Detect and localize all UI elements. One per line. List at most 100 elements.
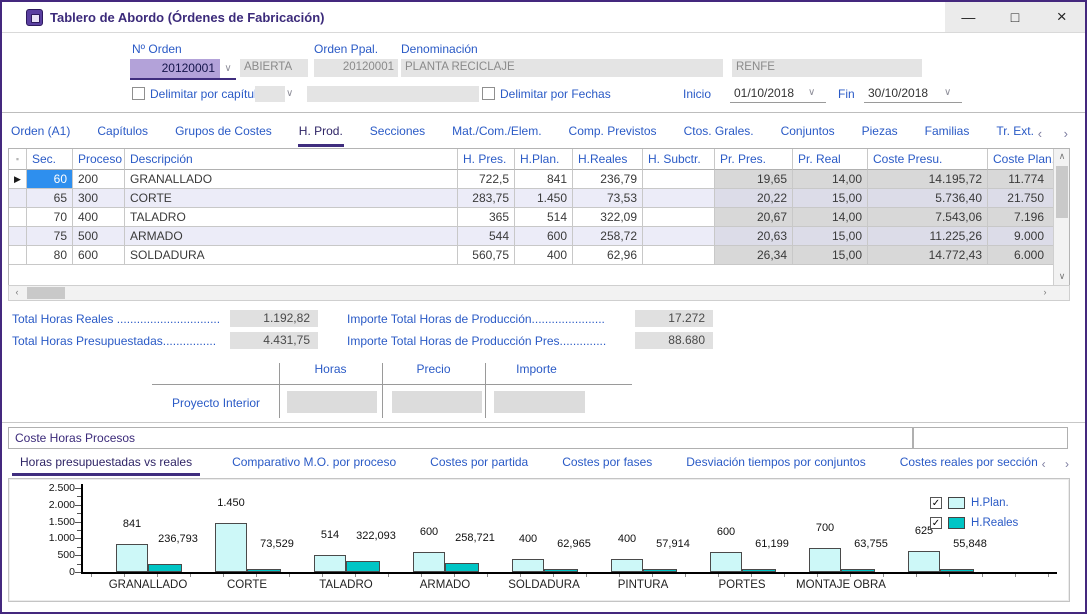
grid-cell[interactable]: 258,72 — [573, 227, 643, 246]
bar-hplan-granallado[interactable] — [116, 544, 148, 572]
grid-cell[interactable]: 544 — [458, 227, 515, 246]
chart-tab-costes-reales-por-secci-n[interactable]: Costes reales por sección — [898, 452, 1040, 476]
chevron-down-icon[interactable]: ∨ — [808, 84, 815, 102]
column-header-h-plan[interactable]: H.Plan. — [515, 149, 573, 170]
bar-hreales-grupo-9[interactable] — [940, 569, 974, 572]
tab-mat-com-elem[interactable]: Mat./Com./Elem. — [451, 120, 542, 147]
table-row[interactable]: 80600SOLDADURA560,7540062,9626,3415,0014… — [9, 246, 1055, 265]
tab-secciones[interactable]: Secciones — [369, 120, 426, 147]
column-header-descripci-n[interactable]: Descripción — [125, 149, 458, 170]
grid-cell[interactable]: 560,75 — [458, 246, 515, 265]
tab-h-prod[interactable]: H. Prod. — [298, 120, 344, 147]
close-button[interactable]: × — [1038, 2, 1085, 32]
grid-cell[interactable]: 6.000 — [988, 246, 1055, 265]
scroll-left-icon[interactable]: ‹ — [9, 285, 25, 301]
maximize-button[interactable]: □ — [992, 2, 1039, 32]
column-header-h-reales[interactable]: H.Reales — [573, 149, 643, 170]
bar-hreales-armado[interactable] — [445, 563, 479, 572]
grid-cell[interactable]: 5.736,40 — [868, 189, 988, 208]
grid-cell[interactable]: 722,5 — [458, 170, 515, 189]
grid-cell[interactable]: 200 — [73, 170, 125, 189]
grid-cell[interactable]: 11.774 — [988, 170, 1055, 189]
chevron-down-icon[interactable]: ∨ — [220, 59, 236, 78]
fin-date-value[interactable]: 30/10/2018 — [864, 84, 944, 102]
inicio-date-value[interactable]: 01/10/2018 — [730, 84, 808, 102]
grid-cell[interactable]: 21.750 — [988, 189, 1055, 208]
tab-scroll-arrows[interactable]: ‹ › — [1038, 126, 1077, 141]
tab-ctos-grales[interactable]: Ctos. Grales. — [683, 120, 755, 147]
column-header-h-pres[interactable]: H. Pres. — [458, 149, 515, 170]
grid-hscroll-thumb[interactable] — [27, 287, 65, 299]
scroll-down-icon[interactable]: ∨ — [1054, 269, 1070, 285]
grid-cell[interactable]: 70 — [27, 208, 73, 227]
bar-hreales-soldadura[interactable] — [544, 569, 578, 572]
grid-vscroll-thumb[interactable] — [1056, 166, 1068, 218]
column-header-proceso[interactable]: Proceso — [73, 149, 125, 170]
tab-piezas[interactable]: Piezas — [861, 120, 899, 147]
capitulo-combo-field[interactable] — [255, 86, 285, 102]
grid-cell[interactable]: 19,65 — [715, 170, 793, 189]
bar-hplan-montaje-obra[interactable] — [809, 548, 841, 572]
grid-cell[interactable]: 14.772,43 — [868, 246, 988, 265]
chart-tab-costes-por-partida[interactable]: Costes por partida — [428, 452, 530, 476]
grid-cell[interactable] — [643, 170, 715, 189]
chevron-down-icon[interactable]: ∨ — [944, 84, 951, 102]
tab-comp-previstos[interactable]: Comp. Previstos — [568, 120, 658, 147]
order-number-combo[interactable]: 20120001 ∨ — [130, 59, 236, 80]
bar-hplan-portes[interactable] — [710, 552, 742, 572]
bar-hreales-taladro[interactable] — [346, 561, 380, 572]
bar-hreales-montaje-obra[interactable] — [841, 569, 875, 572]
grid-cell[interactable]: 60 — [27, 170, 73, 189]
grid-cell[interactable]: 65 — [27, 189, 73, 208]
grid-cell[interactable]: 7.196 — [988, 208, 1055, 227]
grid-cell[interactable]: 20,22 — [715, 189, 793, 208]
grid-cell[interactable]: 7.543,06 — [868, 208, 988, 227]
chart-tab-comparativo-m-o-por-proceso[interactable]: Comparativo M.O. por proceso — [230, 452, 398, 476]
grid-horizontal-scrollbar[interactable]: ‹ › — [8, 285, 1070, 301]
grid-cell[interactable]: 20,63 — [715, 227, 793, 246]
grid-cell[interactable]: 600 — [515, 227, 573, 246]
grid-cell[interactable]: 62,96 — [573, 246, 643, 265]
grid-cell[interactable]: 300 — [73, 189, 125, 208]
tab-familias[interactable]: Familias — [924, 120, 971, 147]
scroll-up-icon[interactable]: ∧ — [1054, 149, 1070, 165]
column-header-coste-plan[interactable]: Coste Plan. — [988, 149, 1055, 170]
chart-tab-horas-presupuestadas-vs-reales[interactable]: Horas presupuestadas vs reales — [12, 452, 200, 476]
grid-cell[interactable] — [643, 246, 715, 265]
table-row[interactable]: ▶60200GRANALLADO722,5841236,7919,6514,00… — [9, 170, 1055, 189]
grid-vertical-scrollbar[interactable]: ∧ ∨ — [1053, 149, 1069, 285]
grid-cell[interactable]: 15,00 — [793, 227, 868, 246]
grid-cell[interactable]: 600 — [73, 246, 125, 265]
tab-cap-tulos[interactable]: Capítulos — [96, 120, 149, 147]
bar-hreales-portes[interactable] — [742, 569, 776, 572]
tab-conjuntos[interactable]: Conjuntos — [780, 120, 836, 147]
grid-cell[interactable]: 400 — [73, 208, 125, 227]
minimize-button[interactable]: — — [945, 2, 992, 32]
inicio-date-picker[interactable]: 01/10/2018 ∨ — [730, 84, 826, 103]
grid-cell[interactable]: 236,79 — [573, 170, 643, 189]
bar-hreales-granallado[interactable] — [148, 564, 182, 572]
tab-tr-ext[interactable]: Tr. Ext. — [995, 120, 1035, 147]
table-row[interactable]: 70400TALADRO365514322,0920,6714,007.543,… — [9, 208, 1055, 227]
legend-checkbox-h-reales[interactable]: ✓ — [930, 517, 942, 529]
bar-hplan-corte[interactable] — [215, 523, 247, 572]
grid-cell[interactable]: 15,00 — [793, 189, 868, 208]
column-header-coste-presu[interactable]: Coste Presu. — [868, 149, 988, 170]
column-header-h-subctr[interactable]: H. Subctr. — [643, 149, 715, 170]
grid-cell[interactable]: GRANALLADO — [125, 170, 458, 189]
bar-hplan-taladro[interactable] — [314, 555, 346, 572]
grid-cell[interactable]: 365 — [458, 208, 515, 227]
delimit-fechas-checkbox[interactable] — [482, 87, 495, 100]
grid-cell[interactable]: 73,53 — [573, 189, 643, 208]
grid-cell[interactable]: 14.195,72 — [868, 170, 988, 189]
bar-hplan-pintura[interactable] — [611, 559, 643, 572]
chart-tab-desviaci-n-tiempos-por-conjuntos[interactable]: Desviación tiempos por conjuntos — [684, 452, 867, 476]
bar-hplan-armado[interactable] — [413, 552, 445, 572]
bar-hplan-soldadura[interactable] — [512, 559, 544, 572]
column-header-sec[interactable]: Sec. — [27, 149, 73, 170]
grid-cell[interactable]: 26,34 — [715, 246, 793, 265]
grid-cell[interactable]: 14,00 — [793, 208, 868, 227]
grid-cell[interactable] — [643, 227, 715, 246]
fin-date-picker[interactable]: 30/10/2018 ∨ — [864, 84, 962, 103]
table-row[interactable]: 75500ARMADO544600258,7220,6315,0011.225,… — [9, 227, 1055, 246]
